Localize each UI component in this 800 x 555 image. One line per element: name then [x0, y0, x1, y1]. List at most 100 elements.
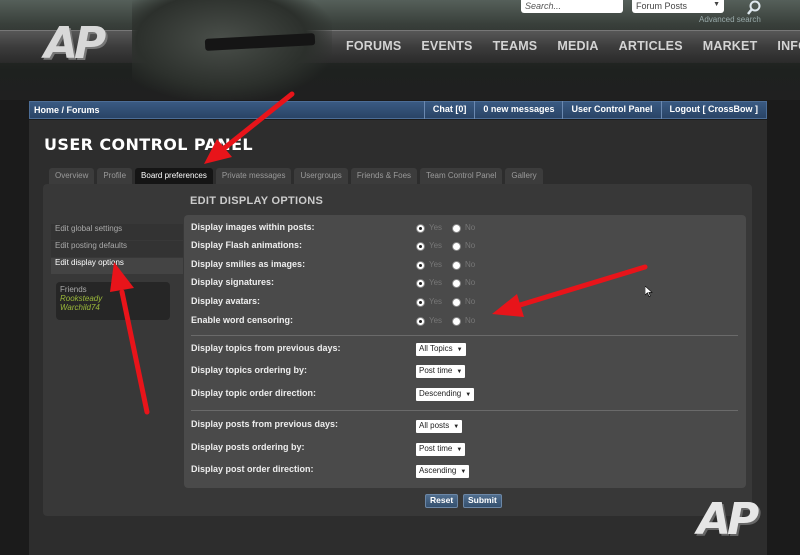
submit-button[interactable]: Submit	[463, 494, 502, 508]
site-header: AP FORUMS EVENTS TEAMS MEDIA ARTICLES MA…	[0, 0, 800, 100]
option-row: Enable word censoring: Yes No	[191, 315, 731, 329]
reset-button[interactable]: Reset	[425, 494, 459, 508]
tab-team-control-panel[interactable]: Team Control Panel	[420, 168, 503, 184]
search-scope-value: Forum Posts	[636, 1, 688, 11]
yes-radio[interactable]	[416, 317, 425, 326]
option-label: Display signatures:	[191, 277, 275, 287]
tab-private-messages[interactable]: Private messages	[215, 168, 292, 184]
option-label: Display post order direction:	[191, 464, 314, 474]
tab-usergroups[interactable]: Usergroups	[294, 168, 348, 184]
logout-link[interactable]: Logout [ CrossBow ]	[660, 101, 767, 119]
sidebar-item-edit-display-options[interactable]: Edit display options	[51, 258, 183, 274]
no-label: No	[465, 316, 476, 325]
friend-link[interactable]: Warchild74	[60, 303, 166, 312]
no-radio[interactable]	[452, 317, 461, 326]
yes-label: Yes	[429, 241, 443, 250]
advanced-search-link[interactable]: Advanced search	[699, 15, 761, 24]
option-row: Display smilies as images: Yes No	[191, 259, 731, 273]
no-radio[interactable]	[452, 261, 461, 270]
nav-market[interactable]: MARKET	[703, 39, 758, 53]
nav-forums[interactable]: FORUMS	[346, 39, 401, 53]
select-value: Post time	[419, 444, 453, 453]
nav-articles[interactable]: ARTICLES	[619, 39, 683, 53]
select-value: Post time	[419, 366, 453, 375]
option-row: Display images within posts: Yes No	[191, 222, 731, 236]
yes-label: Yes	[429, 316, 443, 325]
tab-overview[interactable]: Overview	[49, 168, 95, 184]
nav-media[interactable]: MEDIA	[557, 39, 598, 53]
post-order-select[interactable]: Post time ▼	[416, 443, 466, 456]
select-value: All posts	[419, 421, 450, 430]
search-input[interactable]: Search...	[521, 0, 623, 13]
post-days-select[interactable]: All posts ▼	[416, 420, 463, 433]
friends-title: Friends	[60, 285, 87, 294]
yes-label: Yes	[429, 260, 443, 269]
tab-profile[interactable]: Profile	[97, 168, 133, 184]
yes-radio[interactable]	[416, 298, 425, 307]
option-label: Display posts ordering by:	[191, 442, 305, 452]
divider	[191, 335, 738, 336]
chat-link[interactable]: Chat [0]	[423, 101, 475, 119]
option-label: Display posts from previous days:	[191, 419, 339, 429]
ucp-panel: USER CONTROL PANEL Overview Profile Boar…	[29, 120, 767, 555]
search-icon[interactable]	[746, 0, 766, 15]
option-row: Display Flash animations: Yes No	[191, 240, 731, 254]
post-direction-select[interactable]: Ascending ▼	[416, 465, 470, 478]
search-scope-select[interactable]: Forum Posts ▼	[632, 0, 724, 13]
section-title: EDIT DISPLAY OPTIONS	[190, 195, 324, 207]
chevron-down-icon: ▼	[453, 424, 460, 430]
option-label: Display smilies as images:	[191, 259, 306, 269]
yes-label: Yes	[429, 297, 443, 306]
nav-teams[interactable]: TEAMS	[493, 39, 538, 53]
topic-days-select[interactable]: All Topics ▼	[416, 343, 466, 356]
no-radio[interactable]	[452, 224, 461, 233]
yes-label: Yes	[429, 223, 443, 232]
sidebar-item-edit-posting-defaults[interactable]: Edit posting defaults	[51, 241, 183, 257]
tab-board-preferences[interactable]: Board preferences	[135, 168, 213, 184]
chevron-down-icon: ▼	[456, 447, 463, 453]
chevron-down-icon: ▼	[713, 1, 720, 8]
friend-link[interactable]: Rooksteady	[60, 294, 166, 303]
option-row: Display avatars: Yes No	[191, 296, 731, 310]
nav-events[interactable]: EVENTS	[421, 39, 472, 53]
topic-order-select[interactable]: Post time ▼	[416, 365, 466, 378]
breadcrumb-bar: Home / Forums Chat [0] 0 new messages Us…	[29, 101, 767, 119]
sidebar-item-edit-global-settings[interactable]: Edit global settings	[51, 224, 183, 240]
yes-label: Yes	[429, 278, 443, 287]
no-label: No	[465, 278, 476, 287]
user-control-panel-link[interactable]: User Control Panel	[562, 101, 660, 119]
yes-radio[interactable]	[416, 279, 425, 288]
tab-friends-foes[interactable]: Friends & Foes	[350, 168, 418, 184]
sidebar-menu: Edit global settings Edit posting defaul…	[51, 224, 183, 275]
option-label: Enable word censoring:	[191, 315, 294, 325]
option-label: Display topic order direction:	[191, 388, 317, 398]
option-label: Display topics from previous days:	[191, 343, 341, 353]
option-label: Display avatars:	[191, 296, 261, 306]
no-label: No	[465, 223, 476, 232]
select-value: All Topics	[419, 344, 453, 353]
new-messages-link[interactable]: 0 new messages	[474, 101, 562, 119]
select-value: Descending	[419, 389, 462, 398]
nav-info[interactable]: INFO	[777, 39, 800, 53]
site-logo[interactable]: AP	[44, 18, 106, 69]
topic-direction-select[interactable]: Descending ▼	[416, 388, 475, 401]
no-radio[interactable]	[452, 279, 461, 288]
tab-gallery[interactable]: Gallery	[505, 168, 543, 184]
mouse-cursor-icon	[645, 286, 653, 297]
no-label: No	[465, 260, 476, 269]
no-label: No	[465, 241, 476, 250]
breadcrumb[interactable]: Home / Forums	[30, 105, 424, 115]
yes-radio[interactable]	[416, 261, 425, 270]
yes-radio[interactable]	[416, 242, 425, 251]
no-radio[interactable]	[452, 242, 461, 251]
select-value: Ascending	[419, 466, 457, 475]
no-radio[interactable]	[452, 298, 461, 307]
watermark-logo: AP	[697, 494, 759, 545]
chevron-down-icon: ▼	[456, 347, 463, 353]
chevron-down-icon: ▼	[460, 469, 467, 475]
page-title: USER CONTROL PANEL	[44, 135, 254, 154]
divider	[191, 410, 738, 411]
option-label: Display images within posts:	[191, 222, 315, 232]
display-options-form: Display images within posts: Yes No Disp…	[184, 215, 746, 488]
yes-radio[interactable]	[416, 224, 425, 233]
